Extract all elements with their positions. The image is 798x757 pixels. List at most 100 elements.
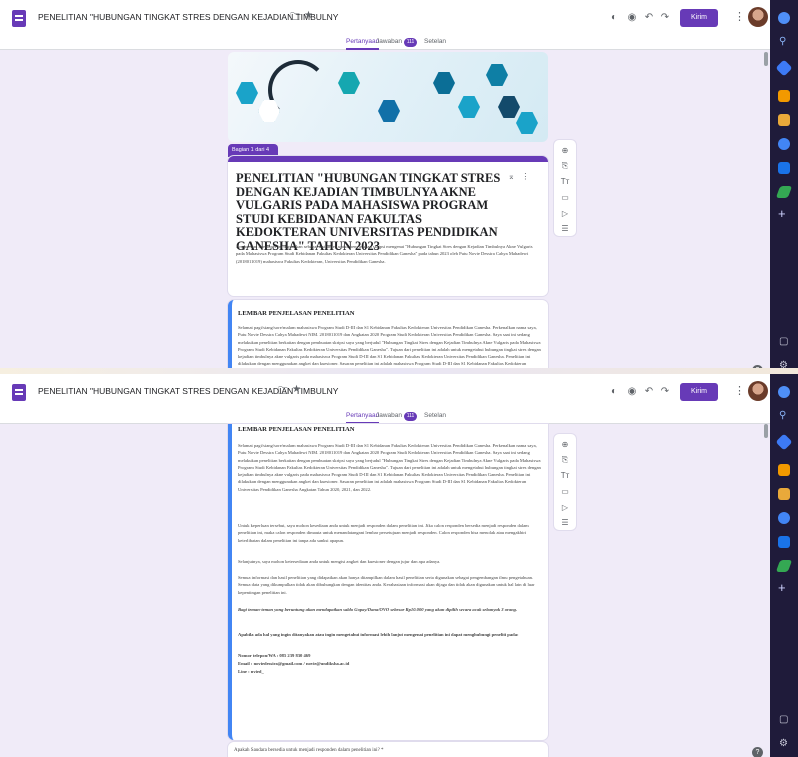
add-title-icon[interactable]: Tт bbox=[560, 177, 570, 187]
scrollbar[interactable] bbox=[764, 424, 768, 438]
add-addon-icon[interactable]: + bbox=[778, 206, 786, 221]
folder-icon[interactable]: 🗀 bbox=[290, 10, 300, 27]
import-questions-icon[interactable]: ⎘ bbox=[560, 161, 570, 171]
more-vert-icon[interactable]: ⋮ bbox=[521, 172, 529, 181]
section-paragraph: Selanjutnya, saya mohon ketersediaan and… bbox=[238, 559, 441, 564]
screen-top: PENELITIAN "HUBUNGAN TINGKAT STRES DENGA… bbox=[0, 0, 798, 374]
help-icon[interactable]: ? bbox=[752, 747, 763, 757]
section-card[interactable]: LEMBAR PENJELASAN PENELITIAN Selamat pag… bbox=[228, 300, 548, 374]
medical-hex-icon bbox=[236, 82, 258, 104]
more-vert-icon[interactable]: ⋮ bbox=[734, 10, 745, 23]
add-video-icon[interactable]: ▷ bbox=[560, 503, 570, 513]
question-card[interactable]: Apakah Saudara bersedia untuk menjadi re… bbox=[228, 742, 548, 757]
scrollbar[interactable] bbox=[764, 52, 768, 66]
medical-hex-icon bbox=[498, 96, 520, 118]
settings-icon[interactable]: ⚙ bbox=[779, 738, 788, 749]
avatar[interactable] bbox=[748, 381, 768, 401]
add-section-icon[interactable]: ☰ bbox=[560, 224, 570, 234]
tab-questions[interactable]: Pertanyaan bbox=[346, 38, 380, 50]
tab-settings[interactable]: Setelan bbox=[424, 38, 446, 45]
keep-icon[interactable] bbox=[775, 59, 793, 77]
section-title[interactable]: LEMBAR PENJELASAN PENELITIAN bbox=[238, 310, 355, 317]
add-question-icon[interactable]: ⊕ bbox=[560, 440, 570, 450]
forms-logo-icon[interactable] bbox=[12, 384, 26, 401]
avatar[interactable] bbox=[748, 7, 768, 27]
calendar-icon[interactable] bbox=[778, 12, 790, 24]
form-description[interactable]: Angket dan kuesioner ini digunakan sebag… bbox=[236, 243, 540, 265]
folder-icon[interactable]: 🗀 bbox=[278, 384, 288, 401]
tab-questions[interactable]: Pertanyaan bbox=[346, 412, 380, 424]
side-panel-toggle-icon[interactable]: ▢ bbox=[779, 714, 788, 725]
response-count-badge: 111 bbox=[404, 38, 417, 47]
redo-icon[interactable]: ↷ bbox=[659, 12, 671, 24]
calendar-icon[interactable] bbox=[778, 386, 790, 398]
section-paragraph: Bagi teman-teman yang beruntung akan men… bbox=[238, 607, 518, 612]
tab-bar: Pertanyaan Jawaban 111 Setelan bbox=[0, 410, 770, 424]
briefcase-icon[interactable] bbox=[778, 464, 790, 476]
section-paragraph: Apabila ada hal yang ingin ditanyakan at… bbox=[238, 632, 519, 637]
medical-hex-icon bbox=[433, 72, 455, 94]
addon-icon[interactable] bbox=[775, 560, 793, 572]
section-paragraph: Selamat pagi/siang/sore/malam mahasiswa … bbox=[238, 325, 541, 374]
send-button[interactable]: Kirim bbox=[680, 9, 718, 27]
add-section-icon[interactable]: ☰ bbox=[560, 518, 570, 528]
add-addon-icon[interactable]: + bbox=[778, 580, 786, 595]
side-panel-toggle-icon[interactable]: ▢ bbox=[779, 336, 788, 347]
section-title[interactable]: LEMBAR PENJELASAN PENELITIAN bbox=[238, 426, 355, 433]
contact-line: Nomor telepon/WA : 085 239 830 469 bbox=[238, 653, 311, 658]
add-image-icon[interactable]: ▭ bbox=[560, 193, 570, 203]
response-count-badge: 111 bbox=[404, 412, 417, 421]
header-image bbox=[228, 52, 548, 142]
contact-line: Line : nvied_ bbox=[238, 669, 264, 674]
add-image-icon[interactable]: ▭ bbox=[560, 487, 570, 497]
form-title-card[interactable]: PENELITIAN "HUBUNGAN TINGKAT STRES DENGA… bbox=[228, 156, 548, 296]
tasks-icon[interactable] bbox=[778, 512, 790, 524]
keep-icon[interactable] bbox=[775, 433, 793, 451]
undo-icon[interactable]: ↶ bbox=[643, 12, 655, 24]
palette-icon[interactable]: ◐ bbox=[608, 12, 620, 24]
more-vert-icon[interactable]: ⋮ bbox=[734, 384, 745, 397]
tab-bar: Pertanyaan Jawaban 111 Setelan bbox=[0, 36, 770, 50]
search-icon[interactable]: ⚲ bbox=[779, 410, 786, 421]
medical-hex-icon bbox=[338, 72, 360, 94]
outlook-icon[interactable] bbox=[778, 162, 790, 174]
add-question-icon[interactable]: ⊕ bbox=[560, 146, 570, 156]
side-panel-rail: ⚲ + ▢ ⚙ bbox=[770, 0, 798, 374]
section-paragraph: Selamat pagi/siang/sore/malam mahasiswa … bbox=[238, 443, 541, 492]
outlook-icon[interactable] bbox=[778, 536, 790, 548]
header: PENELITIAN "HUBUNGAN TINGKAT STRES DENGA… bbox=[0, 374, 770, 410]
forms-logo-icon[interactable] bbox=[12, 10, 26, 27]
undo-icon[interactable]: ↶ bbox=[643, 386, 655, 398]
redo-icon[interactable]: ↷ bbox=[659, 386, 671, 398]
palette-icon[interactable]: ◐ bbox=[608, 386, 620, 398]
header: PENELITIAN "HUBUNGAN TINGKAT STRES DENGA… bbox=[0, 0, 770, 36]
collapse-icon[interactable]: ⌅ bbox=[508, 172, 515, 181]
contacts-icon[interactable] bbox=[778, 488, 790, 500]
tab-responses[interactable]: Jawaban bbox=[376, 412, 402, 419]
import-questions-icon[interactable]: ⎘ bbox=[560, 455, 570, 465]
medical-hex-icon bbox=[486, 64, 508, 86]
section-card[interactable]: LEMBAR PENJELASAN PENELITIAN Selamat pag… bbox=[228, 424, 548, 740]
tab-settings[interactable]: Setelan bbox=[424, 412, 446, 419]
section-paragraph: Semua informasi dan hasil penelitian yan… bbox=[238, 575, 535, 595]
add-video-icon[interactable]: ▷ bbox=[560, 209, 570, 219]
screen-bottom: PENELITIAN "HUBUNGAN TINGKAT STRES DENGA… bbox=[0, 374, 798, 757]
tasks-icon[interactable] bbox=[778, 138, 790, 150]
medical-hex-icon bbox=[516, 112, 538, 134]
question-text[interactable]: Apakah Saudara bersedia untuk menjadi re… bbox=[234, 748, 384, 753]
star-icon[interactable]: ★ bbox=[304, 10, 313, 21]
briefcase-icon[interactable] bbox=[778, 90, 790, 102]
star-icon[interactable]: ★ bbox=[292, 384, 301, 395]
eye-icon[interactable]: ◉ bbox=[626, 12, 638, 24]
search-icon[interactable]: ⚲ bbox=[779, 36, 786, 47]
floating-toolbar: ⊕ ⎘ Tт ▭ ▷ ☰ bbox=[554, 434, 576, 530]
form-title[interactable]: PENELITIAN "HUBUNGAN TINGKAT STRES DENGA… bbox=[236, 171, 504, 253]
addon-icon[interactable] bbox=[775, 186, 793, 198]
contact-line: Email : noviedessira@gmail.com / novie@u… bbox=[238, 661, 350, 666]
tab-responses[interactable]: Jawaban bbox=[376, 38, 402, 45]
card-menu: ⌅ ⋮ bbox=[508, 172, 529, 181]
add-title-icon[interactable]: Tт bbox=[560, 471, 570, 481]
contacts-icon[interactable] bbox=[778, 114, 790, 126]
send-button[interactable]: Kirim bbox=[680, 383, 718, 401]
eye-icon[interactable]: ◉ bbox=[626, 386, 638, 398]
